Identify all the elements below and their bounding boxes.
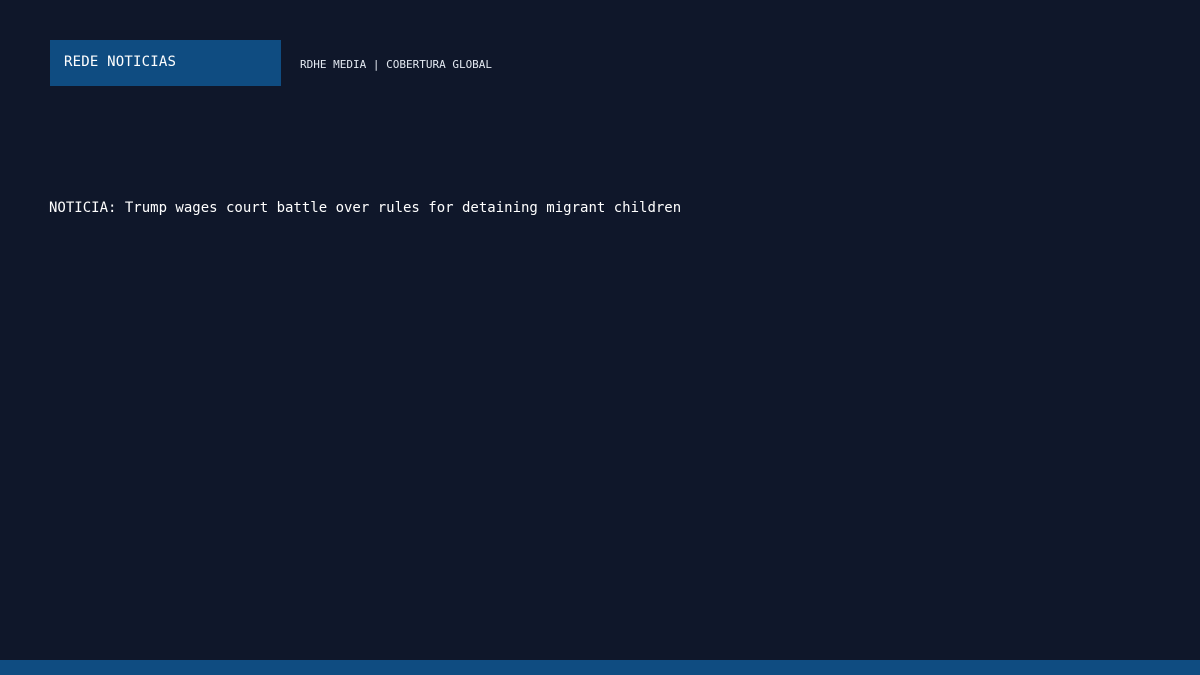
- brand-name: REDE NOTICIAS: [64, 54, 177, 70]
- bottom-bar: [0, 660, 1200, 675]
- headline[interactable]: NOTICIA: Trump wages court battle over r…: [49, 200, 681, 216]
- brand-box: REDE NOTICIAS: [50, 40, 281, 86]
- tagline: RDHE MEDIA | COBERTURA GLOBAL: [300, 58, 493, 71]
